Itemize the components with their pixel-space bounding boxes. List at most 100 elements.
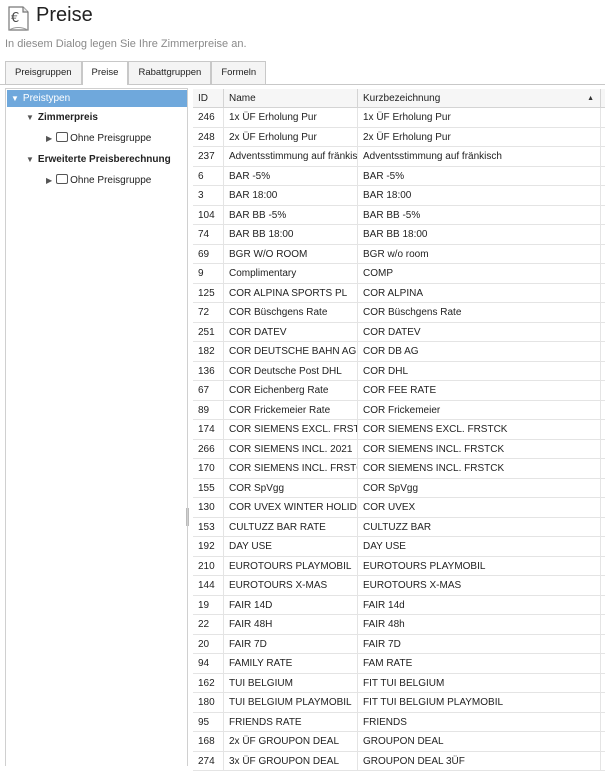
table-row[interactable]: 210EUROTOURS PLAYMOBILEUROTOURS PLAYMOBI… bbox=[193, 557, 605, 577]
collapse-arrow-icon[interactable]: ▶ bbox=[46, 134, 52, 143]
table-row[interactable]: 89COR Frickemeier RateCOR Frickemeier bbox=[193, 401, 605, 421]
table-row[interactable]: 3BAR 18:00BAR 18:00 bbox=[193, 186, 605, 206]
cell-truncated-column bbox=[601, 381, 605, 400]
cell-truncated-column bbox=[601, 576, 605, 595]
cell-id: 182 bbox=[193, 342, 224, 361]
grid-header: ID Name Kurzbezeichnung ▲ bbox=[193, 89, 605, 108]
cell-truncated-column bbox=[601, 635, 605, 654]
tree-node-ohne-preisgruppe-1[interactable]: ▶Ohne Preisgruppe bbox=[46, 132, 151, 146]
collapse-arrow-icon[interactable]: ▶ bbox=[46, 176, 52, 185]
cell-id: 20 bbox=[193, 635, 224, 654]
table-row[interactable]: 20FAIR 7DFAIR 7D bbox=[193, 635, 605, 655]
cell-truncated-column bbox=[601, 264, 605, 283]
cell-id: 174 bbox=[193, 420, 224, 439]
cell-name: COR SpVgg bbox=[224, 479, 358, 498]
table-row[interactable]: 153CULTUZZ BAR RATECULTUZZ BAR bbox=[193, 518, 605, 538]
cell-truncated-column bbox=[601, 498, 605, 517]
cell-name: Complimentary bbox=[224, 264, 358, 283]
table-row[interactable]: 182COR DEUTSCHE BAHN AGCOR DB AG bbox=[193, 342, 605, 362]
table-row[interactable]: 251COR DATEVCOR DATEV bbox=[193, 323, 605, 343]
expand-arrow-icon[interactable]: ▼ bbox=[26, 113, 34, 122]
table-row[interactable]: 174COR SIEMENS EXCL. FRSTCKCOR SIEMENS E… bbox=[193, 420, 605, 440]
table-row[interactable]: 2482x ÜF Erholung Pur2x ÜF Erholung Pur bbox=[193, 128, 605, 148]
cell-id: 69 bbox=[193, 245, 224, 264]
tree-node-erweiterte-preisberechnung[interactable]: ▼ Erweiterte Preisberechnung bbox=[26, 153, 171, 167]
svg-text:€: € bbox=[11, 11, 19, 26]
table-row[interactable]: 162TUI BELGIUMFIT TUI BELGIUM bbox=[193, 674, 605, 694]
table-row[interactable]: 2461x ÜF Erholung Pur1x ÜF Erholung Pur bbox=[193, 108, 605, 128]
tab-preise[interactable]: Preise bbox=[82, 61, 129, 85]
expand-arrow-icon[interactable]: ▼ bbox=[26, 155, 34, 164]
tree-root-preistypen[interactable]: ▼ Preistypen bbox=[7, 90, 187, 107]
column-header-name[interactable]: Name bbox=[224, 89, 358, 108]
table-row[interactable]: 74BAR BB 18:00BAR BB 18:00 bbox=[193, 225, 605, 245]
cell-truncated-column bbox=[601, 420, 605, 439]
tree-root-label: Preistypen bbox=[23, 93, 70, 104]
cell-id: 125 bbox=[193, 284, 224, 303]
cell-name: BAR BB 18:00 bbox=[224, 225, 358, 244]
tab-formeln[interactable]: Formeln bbox=[211, 61, 266, 84]
cell-name: COR SIEMENS INCL. FRSTCK bbox=[224, 459, 358, 478]
table-row[interactable]: 67COR Eichenberg RateCOR FEE RATE bbox=[193, 381, 605, 401]
table-row[interactable]: 72COR Büschgens RateCOR Büschgens Rate bbox=[193, 303, 605, 323]
table-row[interactable]: 2743x ÜF GROUPON DEALGROUPON DEAL 3ÜF bbox=[193, 752, 605, 771]
cell-kurzbezeichnung: COR DHL bbox=[358, 362, 601, 381]
tab-preisgruppen[interactable]: Preisgruppen bbox=[5, 61, 82, 84]
table-row[interactable]: 144EUROTOURS X-MASEUROTOURS X-MAS bbox=[193, 576, 605, 596]
table-row[interactable]: 22FAIR 48HFAIR 48h bbox=[193, 615, 605, 635]
table-row[interactable]: 192DAY USEDAY USE bbox=[193, 537, 605, 557]
column-header-kurzbezeichnung[interactable]: Kurzbezeichnung ▲ bbox=[358, 89, 601, 108]
cell-name: 3x ÜF GROUPON DEAL bbox=[224, 752, 358, 771]
table-row[interactable]: 266COR SIEMENS INCL. 2021COR SIEMENS INC… bbox=[193, 440, 605, 460]
column-header-id[interactable]: ID bbox=[193, 89, 224, 108]
table-row[interactable]: 170COR SIEMENS INCL. FRSTCKCOR SIEMENS I… bbox=[193, 459, 605, 479]
cell-kurzbezeichnung: COR SIEMENS EXCL. FRSTCK bbox=[358, 420, 601, 439]
cell-name: COR DEUTSCHE BAHN AG bbox=[224, 342, 358, 361]
cell-kurzbezeichnung: COR ALPINA bbox=[358, 284, 601, 303]
cell-name: COR SIEMENS EXCL. FRSTCK bbox=[224, 420, 358, 439]
cell-name: COR ALPINA SPORTS PL bbox=[224, 284, 358, 303]
cell-kurzbezeichnung: FRIENDS bbox=[358, 713, 601, 732]
cell-truncated-column bbox=[601, 284, 605, 303]
tree-node-ohne-preisgruppe-2[interactable]: ▶ Ohne Preisgruppe bbox=[46, 174, 151, 188]
tree-node-zimmerpreis[interactable]: ▼Zimmerpreis bbox=[26, 111, 98, 125]
cell-id: 67 bbox=[193, 381, 224, 400]
table-row[interactable]: 136COR Deutsche Post DHLCOR DHL bbox=[193, 362, 605, 382]
table-row[interactable]: 95FRIENDS RATEFRIENDS bbox=[193, 713, 605, 733]
panel-splitter-handle[interactable] bbox=[186, 508, 189, 526]
table-row[interactable]: 19FAIR 14DFAIR 14d bbox=[193, 596, 605, 616]
cell-truncated-column bbox=[601, 147, 605, 166]
cell-kurzbezeichnung: BAR BB -5% bbox=[358, 206, 601, 225]
table-row[interactable]: 69BGR W/O ROOMBGR w/o room bbox=[193, 245, 605, 265]
table-row[interactable]: 94FAMILY RATEFAM RATE bbox=[193, 654, 605, 674]
sort-ascending-icon[interactable]: ▲ bbox=[587, 89, 594, 108]
column-header-label: Kurzbezeichnung bbox=[363, 93, 440, 104]
cell-kurzbezeichnung: Adventsstimmung auf fränkisch bbox=[358, 147, 601, 166]
table-row[interactable]: 1682x ÜF GROUPON DEALGROUPON DEAL bbox=[193, 732, 605, 752]
cell-truncated-column bbox=[601, 323, 605, 342]
cell-truncated-column bbox=[601, 108, 605, 127]
table-row[interactable]: 130COR UVEX WINTER HOLIDAYCOR UVEX bbox=[193, 498, 605, 518]
cell-id: 19 bbox=[193, 596, 224, 615]
euro-document-icon: € bbox=[6, 5, 31, 32]
table-row[interactable]: 155COR SpVggCOR SpVgg bbox=[193, 479, 605, 499]
cell-name: FAIR 48H bbox=[224, 615, 358, 634]
tree-node-label: Ohne Preisgruppe bbox=[70, 175, 151, 186]
cell-truncated-column bbox=[601, 537, 605, 556]
table-row[interactable]: 237Adventsstimmung auf fränkischAdventss… bbox=[193, 147, 605, 167]
cell-id: 89 bbox=[193, 401, 224, 420]
cell-kurzbezeichnung: FAIR 48h bbox=[358, 615, 601, 634]
table-row[interactable]: 180TUI BELGIUM PLAYMOBILFIT TUI BELGIUM … bbox=[193, 693, 605, 713]
cell-id: 144 bbox=[193, 576, 224, 595]
cell-truncated-column bbox=[601, 479, 605, 498]
cell-id: 136 bbox=[193, 362, 224, 381]
folder-icon bbox=[56, 132, 68, 142]
tab-rabattgruppen[interactable]: Rabattgruppen bbox=[128, 61, 211, 84]
table-row[interactable]: 125COR ALPINA SPORTS PLCOR ALPINA bbox=[193, 284, 605, 304]
table-row[interactable]: 6BAR -5%BAR -5% bbox=[193, 167, 605, 187]
cell-name: EUROTOURS PLAYMOBIL bbox=[224, 557, 358, 576]
table-row[interactable]: 9ComplimentaryCOMP bbox=[193, 264, 605, 284]
expand-arrow-icon[interactable]: ▼ bbox=[11, 94, 19, 103]
tree-node-label: Erweiterte Preisberechnung bbox=[38, 154, 171, 165]
table-row[interactable]: 104BAR BB -5%BAR BB -5% bbox=[193, 206, 605, 226]
